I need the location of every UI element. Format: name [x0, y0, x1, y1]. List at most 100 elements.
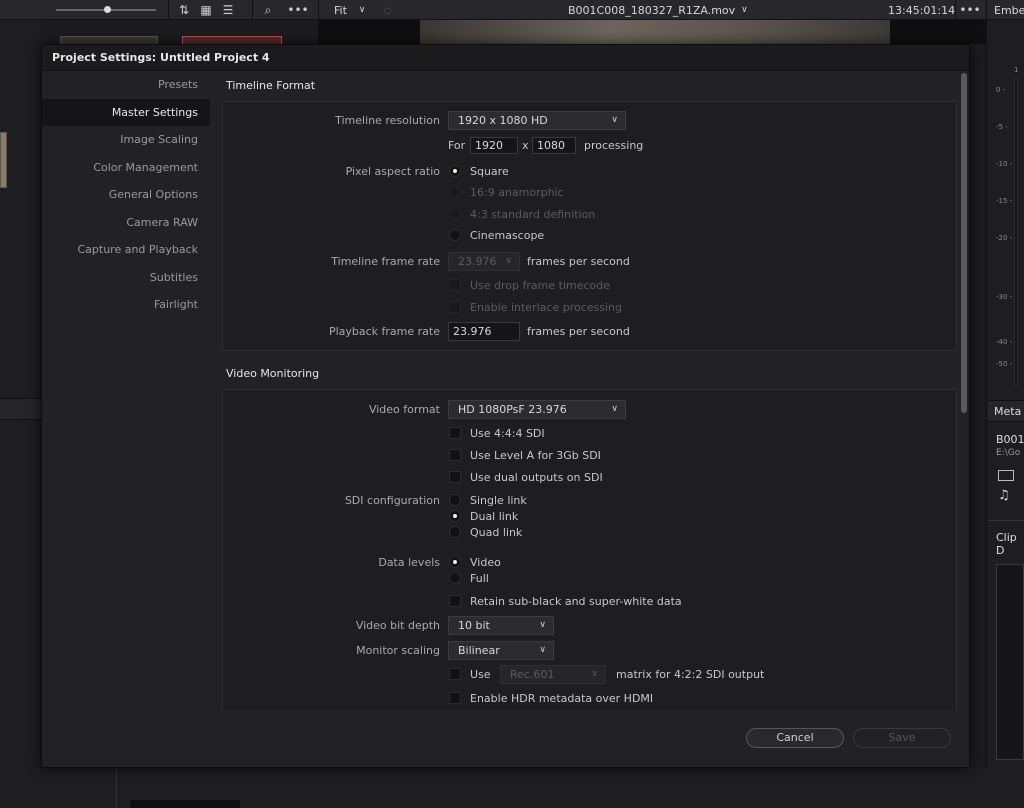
- sdi-quad-link-label: Quad link: [470, 526, 523, 539]
- par-cinemascope-label: Cinemascope: [470, 229, 545, 242]
- clip-details-box: [996, 564, 1024, 760]
- video-clip-icon: [998, 470, 1014, 481]
- monitor-scaling-label: Monitor scaling: [356, 644, 440, 657]
- meter-tick: -10 -: [996, 160, 1013, 168]
- nav-item-subtitles[interactable]: Subtitles: [42, 264, 210, 291]
- project-settings-dialog: Project Settings: Untitled Project 4 Pre…: [41, 44, 970, 768]
- hdr-metadata-checkbox[interactable]: [449, 692, 461, 704]
- page-tab-highlight: [130, 800, 240, 808]
- data-level-full-radio[interactable]: [449, 572, 461, 584]
- timeline-resolution-value: 1920 x 1080 HD: [458, 114, 548, 127]
- dot-icon: ○: [384, 5, 391, 15]
- nav-item-camera-raw[interactable]: Camera RAW: [42, 209, 210, 236]
- save-button[interactable]: Save: [853, 728, 951, 748]
- timeline-frame-rate-value: 23.976: [458, 255, 497, 268]
- level-a-checkbox[interactable]: [449, 449, 461, 461]
- for-label: For: [448, 139, 466, 152]
- meter-tick: -5 -: [996, 123, 1008, 131]
- video-bit-depth-value: 10 bit: [458, 619, 490, 632]
- x-label: x: [522, 139, 529, 152]
- nav-item-image-scaling[interactable]: Image Scaling: [42, 126, 210, 153]
- par-cinemascope-radio[interactable]: [449, 229, 461, 241]
- par-anamorphic-label: 16:9 anamorphic: [470, 186, 564, 199]
- par-square-radio[interactable]: [449, 165, 461, 177]
- list-view-icon[interactable]: ☰: [220, 2, 236, 18]
- meter-tick: -40 -: [996, 338, 1013, 346]
- nav-item-fairlight[interactable]: Fairlight: [42, 291, 210, 318]
- sdi-quad-link-radio[interactable]: [449, 526, 461, 538]
- pixel-aspect-ratio-label: Pixel aspect ratio: [345, 165, 440, 178]
- app-toolbar: ⇅ ▦ ☰ ⌕ ••• Fit ∨ ○ B001C008_180327_R1ZA…: [0, 0, 1024, 20]
- settings-scrollbar[interactable]: [960, 71, 968, 711]
- use-444-sdi-label: Use 4:4:4 SDI: [470, 427, 545, 440]
- scrollbar-thumb[interactable]: [961, 73, 967, 413]
- dialog-title: Project Settings: Untitled Project 4: [42, 45, 969, 71]
- chevron-down-icon: ∨: [611, 115, 618, 125]
- sdi-single-link-radio[interactable]: [449, 494, 461, 506]
- video-monitoring-group: [222, 389, 957, 711]
- meter-tick: -20 -: [996, 234, 1013, 242]
- resolution-width-field[interactable]: 1920: [470, 137, 518, 154]
- metadata-clip-path: E:\Go: [996, 448, 1021, 458]
- video-format-value: HD 1080PsF 23.976: [458, 403, 567, 416]
- video-bit-depth-dropdown[interactable]: 10 bit ∨: [448, 616, 554, 635]
- clip-thumbnail[interactable]: [0, 132, 7, 188]
- data-level-video-radio[interactable]: [449, 556, 461, 568]
- sort-icon[interactable]: ⇅: [176, 2, 192, 18]
- chevron-down-icon: ∨: [539, 620, 546, 630]
- audio-meter: [1014, 78, 1018, 386]
- matrix-suffix-label: matrix for 4:2:2 SDI output: [616, 668, 765, 681]
- grid-view-icon[interactable]: ▦: [198, 2, 214, 18]
- timeline-frame-rate-dropdown[interactable]: 23.976 ∨: [448, 252, 520, 271]
- par-4-3-radio[interactable]: [449, 208, 461, 220]
- clip-name-dropdown[interactable]: B001C008_180327_R1ZA.mov ∨: [568, 0, 748, 20]
- data-levels-label: Data levels: [378, 556, 440, 569]
- search-icon[interactable]: ⌕: [260, 2, 276, 18]
- nav-item-general-options[interactable]: General Options: [42, 181, 210, 208]
- interlace-checkbox[interactable]: [449, 301, 461, 313]
- sdi-dual-link-radio[interactable]: [449, 510, 461, 522]
- nav-item-color-management[interactable]: Color Management: [42, 154, 210, 181]
- timeline-header: [0, 398, 41, 420]
- chevron-down-icon: ∨: [741, 5, 748, 15]
- nav-item-master-settings[interactable]: Master Settings: [42, 99, 210, 126]
- metadata-header: Meta: [988, 400, 1024, 422]
- metadata-title: Meta: [994, 404, 1022, 418]
- nav-item-presets[interactable]: Presets: [42, 71, 210, 98]
- video-format-dropdown[interactable]: HD 1080PsF 23.976 ∨: [448, 400, 626, 419]
- chevron-down-icon: ∨: [611, 404, 618, 414]
- video-bit-depth-label: Video bit depth: [355, 619, 440, 632]
- viewer-zoom-dropdown[interactable]: Fit ∨: [334, 0, 366, 20]
- divider: [116, 768, 117, 808]
- use-matrix-label: Use: [470, 668, 491, 681]
- drop-frame-checkbox[interactable]: [449, 279, 461, 291]
- hdr-metadata-label: Enable HDR metadata over HDMI: [470, 692, 654, 705]
- monitor-scaling-dropdown[interactable]: Bilinear ∨: [448, 641, 554, 660]
- selected-clip-thumbnail[interactable]: [182, 36, 282, 44]
- resolution-height-field[interactable]: 1080: [532, 137, 576, 154]
- more-options-icon[interactable]: •••: [287, 2, 308, 18]
- use-444-sdi-checkbox[interactable]: [449, 427, 461, 439]
- processing-label: processing: [584, 139, 644, 152]
- playback-frame-rate-field[interactable]: 23.976: [448, 322, 520, 341]
- cancel-button[interactable]: Cancel: [746, 728, 844, 748]
- fps-label: frames per second: [527, 255, 630, 268]
- more-options-icon[interactable]: •••: [959, 2, 980, 18]
- use-matrix-checkbox[interactable]: [449, 668, 461, 680]
- nav-item-capture-playback[interactable]: Capture and Playback: [42, 236, 210, 263]
- interlace-label: Enable interlace processing: [470, 301, 622, 314]
- par-4-3-label: 4:3 standard definition: [470, 208, 596, 221]
- timeline-resolution-dropdown[interactable]: 1920 x 1080 HD ∨: [448, 111, 626, 130]
- par-anamorphic-radio[interactable]: [449, 186, 461, 198]
- dual-outputs-checkbox[interactable]: [449, 471, 461, 483]
- matrix-dropdown[interactable]: Rec.601 ∨: [500, 665, 606, 684]
- section-title-timeline-format: Timeline Format: [226, 79, 316, 92]
- sdi-single-link-label: Single link: [470, 494, 527, 507]
- video-format-label: Video format: [368, 403, 440, 416]
- clip-thumbnail[interactable]: [60, 36, 158, 44]
- retain-sub-black-checkbox[interactable]: [449, 595, 461, 607]
- data-level-full-label: Full: [470, 572, 489, 585]
- zoom-slider[interactable]: [56, 0, 156, 20]
- par-square-label: Square: [470, 165, 509, 178]
- meter-tick: -15 -: [996, 197, 1013, 205]
